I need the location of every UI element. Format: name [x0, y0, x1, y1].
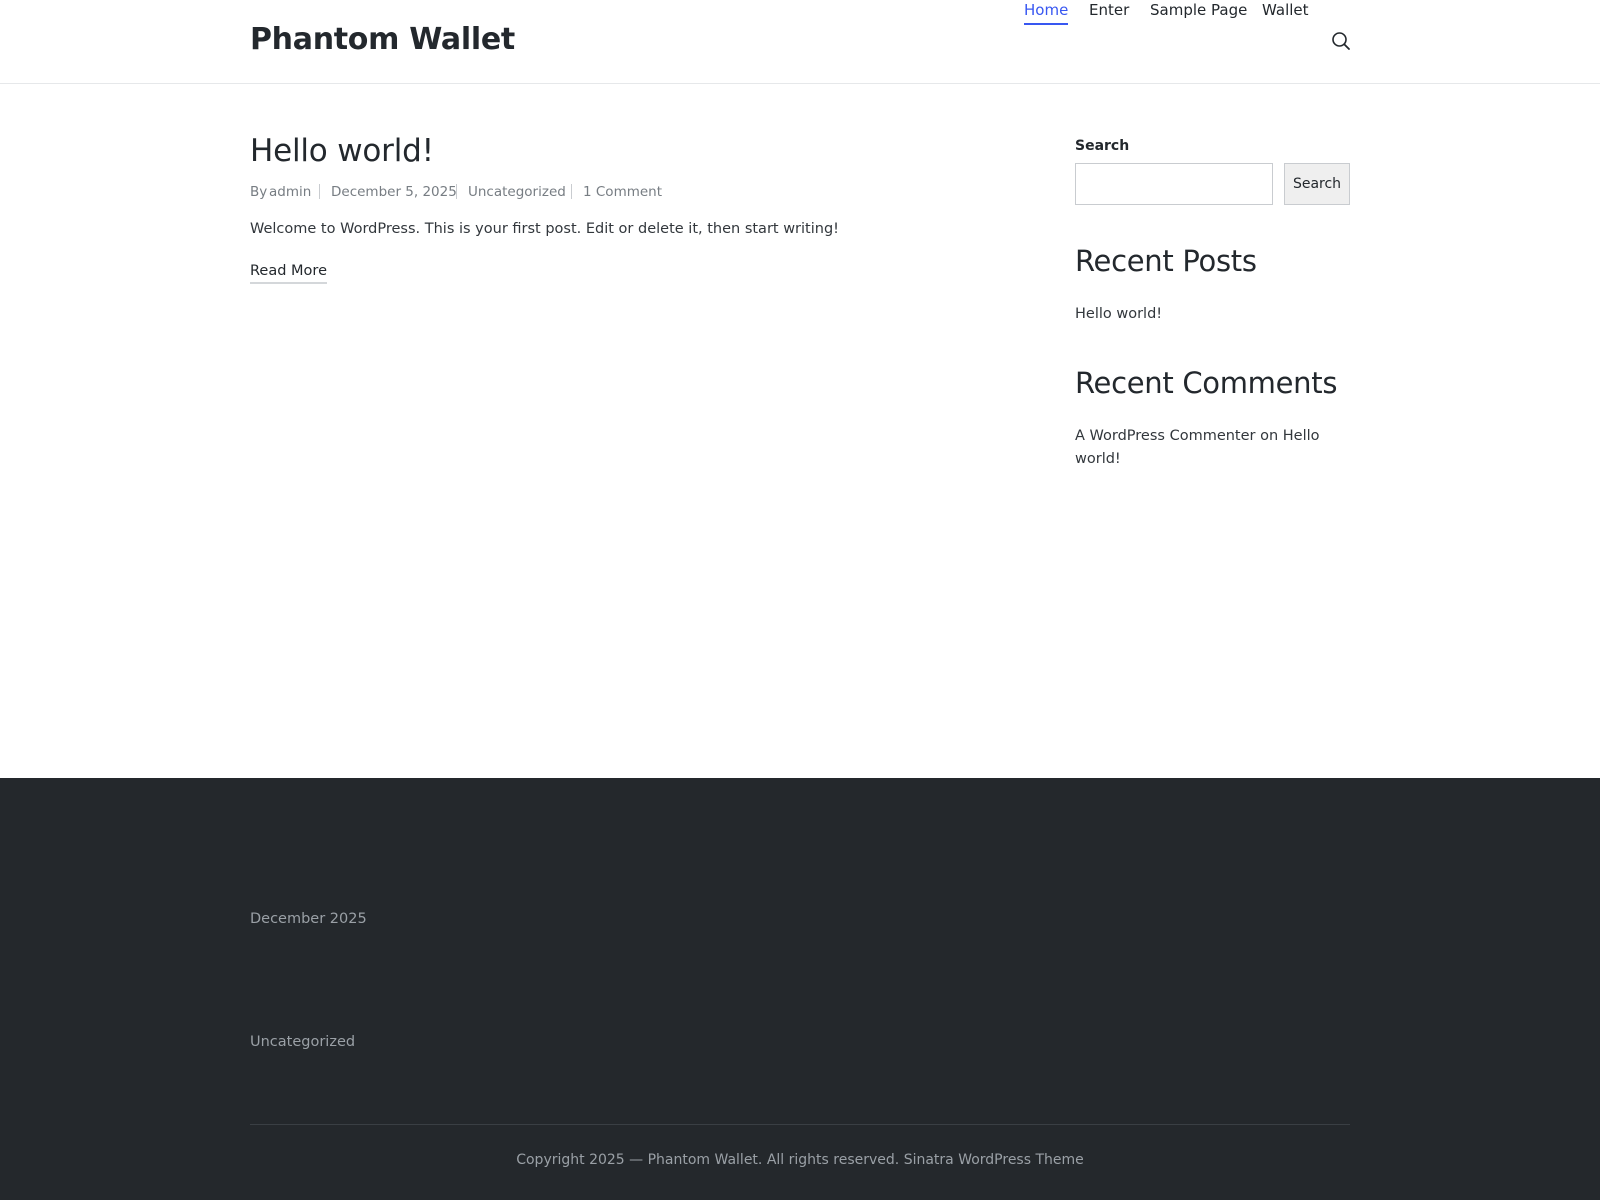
site-title-link[interactable]: Phantom Wallet: [250, 22, 515, 57]
search-icon[interactable]: [1331, 31, 1351, 51]
nav-item-home[interactable]: Home: [1024, 0, 1069, 25]
meta-separator: [456, 184, 457, 199]
recent-post-link[interactable]: Hello world!: [1075, 306, 1162, 322]
search-input[interactable]: [1075, 163, 1273, 205]
category-link[interactable]: Uncategorized: [468, 183, 566, 201]
post-date-link[interactable]: December 5, 2025: [331, 183, 457, 201]
nav-item-wallet[interactable]: Wallet: [1262, 0, 1309, 20]
footer-archive-link[interactable]: December 2025: [250, 911, 367, 927]
nav-item-enter[interactable]: Enter: [1089, 0, 1129, 20]
post-title-link[interactable]: Hello world!: [250, 133, 434, 169]
search-button[interactable]: Search: [1284, 163, 1350, 205]
footer-category-link[interactable]: Uncategorized: [250, 1034, 355, 1050]
footer-copyright: Copyright 2025 — Phantom Wallet. All rig…: [250, 1152, 1350, 1168]
author-prefix: By: [250, 184, 268, 200]
search-label: Search: [1075, 138, 1130, 154]
post-excerpt: Welcome to WordPress. This is your first…: [250, 221, 839, 237]
copyright-text: Copyright 2025 — Phantom Wallet. All rig…: [516, 1152, 900, 1168]
comments-link[interactable]: 1 Comment: [583, 183, 662, 201]
site-header: Phantom Wallet Home Enter Sample Page Wa…: [0, 0, 1600, 84]
comment-connector: on: [1260, 428, 1279, 444]
nav-item-sample-page[interactable]: Sample Page: [1150, 0, 1247, 20]
recent-posts-heading: Recent Posts: [1075, 244, 1257, 278]
author-link[interactable]: admin: [269, 183, 311, 201]
comment-author-link[interactable]: A WordPress Commenter: [1075, 428, 1256, 444]
recent-comment-item: A WordPress Commenter on Hello world!: [1075, 425, 1365, 471]
meta-separator: [319, 184, 320, 199]
read-more-link[interactable]: Read More: [250, 263, 327, 284]
meta-separator: [571, 184, 572, 199]
footer-divider: [250, 1124, 1350, 1125]
site-footer: [0, 778, 1600, 1200]
theme-link[interactable]: Sinatra WordPress Theme: [904, 1152, 1084, 1168]
recent-comments-heading: Recent Comments: [1075, 366, 1338, 400]
